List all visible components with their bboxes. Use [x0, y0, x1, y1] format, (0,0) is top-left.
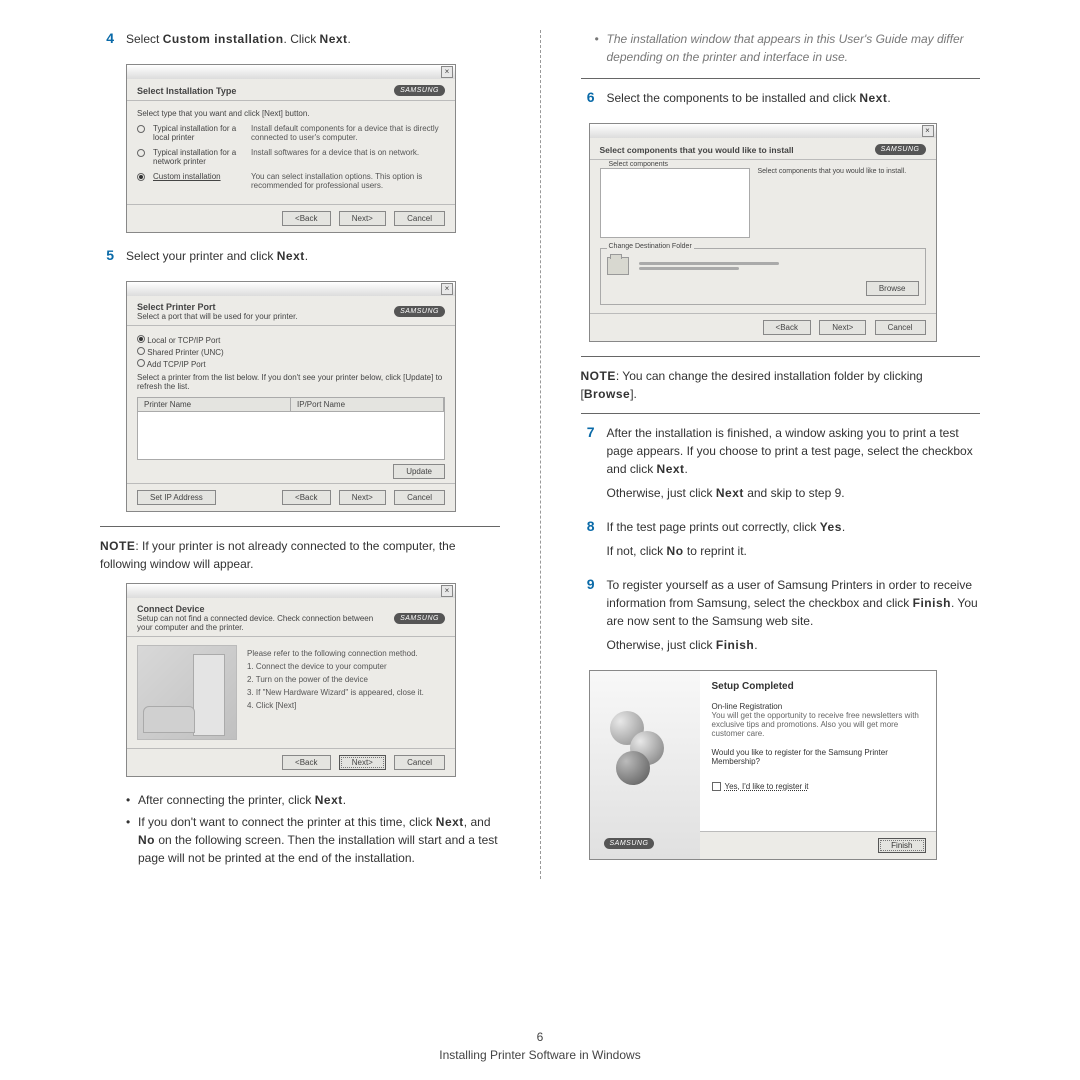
update-button[interactable]: Update: [393, 464, 445, 479]
dialog-connect-device: × Connect Device Setup can not find a co…: [126, 583, 456, 777]
close-icon[interactable]: ×: [441, 283, 453, 295]
close-icon[interactable]: ×: [922, 125, 934, 137]
step-9: 9 To register yourself as a user of Sams…: [581, 576, 981, 660]
note-printer-not-connected: NOTE: If your printer is not already con…: [100, 537, 500, 573]
cancel-button[interactable]: Cancel: [394, 490, 445, 505]
finish-button[interactable]: Finish: [878, 838, 925, 853]
cancel-button[interactable]: Cancel: [394, 211, 445, 226]
dialog-install-type: × Select Installation Type SAMSUNG Selec…: [126, 64, 456, 233]
cancel-button[interactable]: Cancel: [875, 320, 926, 335]
step-4: 4 Select Custom installation. Click Next…: [100, 30, 500, 54]
step-7: 7 After the installation is finished, a …: [581, 424, 981, 508]
next-button[interactable]: Next>: [339, 755, 386, 770]
set-ip-button[interactable]: Set IP Address: [137, 490, 216, 505]
step-6: 6 Select the components to be installed …: [581, 89, 981, 113]
register-checkbox[interactable]: [712, 782, 721, 791]
samsung-logo: SAMSUNG: [394, 85, 445, 96]
dialog-select-components: × Select components that you would like …: [589, 123, 937, 342]
back-button[interactable]: <Back: [282, 211, 330, 226]
back-button[interactable]: <Back: [282, 755, 330, 770]
browse-button[interactable]: Browse: [866, 281, 919, 296]
back-button[interactable]: <Back: [282, 490, 330, 505]
dialog-title: Select Installation Type: [137, 86, 236, 96]
step-8: 8 If the test page prints out correctly,…: [581, 518, 981, 566]
dialog-printer-port: × Select Printer Port Select a port that…: [126, 281, 456, 512]
next-button[interactable]: Next>: [339, 490, 386, 505]
connection-illustration: [137, 645, 237, 740]
radio-shared-unc[interactable]: [137, 347, 145, 355]
back-button[interactable]: <Back: [763, 320, 811, 335]
radio-local-port[interactable]: [137, 335, 145, 343]
step-number: 4: [100, 30, 114, 54]
italic-guide-note: The installation window that appears in …: [595, 30, 981, 66]
note-change-folder: NOTE: You can change the desired install…: [581, 367, 981, 403]
radio-add-tcpip[interactable]: [137, 359, 145, 367]
printer-list[interactable]: [137, 412, 445, 460]
close-icon[interactable]: ×: [441, 66, 453, 78]
radio-custom[interactable]: [137, 173, 145, 181]
bullet-after-connect: After connecting the printer, click Next…: [126, 791, 500, 809]
radio-typical-local[interactable]: [137, 125, 145, 133]
folder-icon: [607, 257, 629, 275]
next-button[interactable]: Next>: [819, 320, 866, 335]
cancel-button[interactable]: Cancel: [394, 755, 445, 770]
page-footer: 6 Installing Printer Software in Windows: [0, 1030, 1080, 1062]
next-button[interactable]: Next>: [339, 211, 386, 226]
radio-typical-network[interactable]: [137, 149, 145, 157]
column-divider: [540, 30, 541, 879]
components-listbox[interactable]: Select components: [600, 168, 750, 238]
dialog-setup-completed: SAMSUNG Setup Completed On-line Registra…: [589, 670, 937, 860]
bullet-no-connect: If you don't want to connect the printer…: [126, 813, 500, 867]
close-icon[interactable]: ×: [441, 585, 453, 597]
step-5: 5 Select your printer and click Next.: [100, 247, 500, 271]
